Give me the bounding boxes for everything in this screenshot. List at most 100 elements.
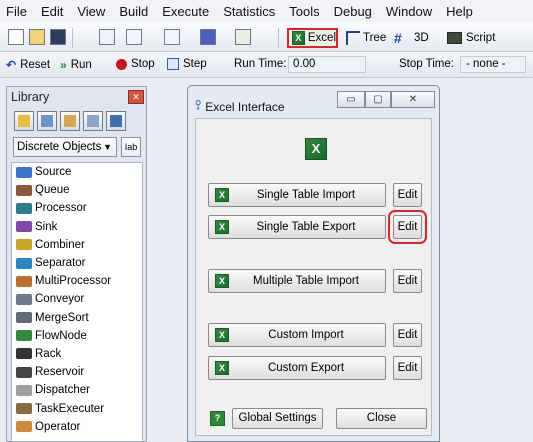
library-object-list: Source Queue Processor Sink Combiner Separato… bbox=[11, 162, 143, 442]
taskexecuter-icon bbox=[16, 403, 32, 415]
fill-color-icon[interactable] bbox=[200, 29, 216, 45]
source-icon bbox=[16, 166, 32, 178]
library-tool-4[interactable] bbox=[83, 111, 103, 131]
library-item-separator[interactable]: Separator bbox=[12, 254, 142, 272]
library-tool-2[interactable] bbox=[37, 111, 57, 131]
tree-label: Tree bbox=[363, 32, 387, 44]
operator-icon bbox=[16, 421, 32, 433]
excel-interface-icon: ⯱ bbox=[195, 100, 202, 112]
library-item-label: Operator bbox=[35, 420, 81, 433]
run-icon: » bbox=[60, 58, 67, 72]
excel-label: Excel bbox=[307, 32, 336, 44]
close-button[interactable]: Close bbox=[336, 408, 427, 429]
layout-icon[interactable] bbox=[235, 29, 251, 45]
stop-time-field[interactable]: - none - bbox=[460, 56, 526, 73]
close-window-button[interactable]: ✕ bbox=[391, 91, 435, 108]
excel-button[interactable]: X Excel bbox=[287, 28, 338, 48]
tree-icon bbox=[346, 31, 360, 45]
single-table-export-edit-button[interactable]: Edit bbox=[388, 210, 427, 244]
multiple-table-import-button[interactable]: X Multiple Table Import bbox=[208, 269, 386, 293]
reset-button[interactable]: ↶ Reset bbox=[6, 58, 50, 72]
save-icon[interactable] bbox=[50, 29, 66, 45]
script-console-icon bbox=[447, 32, 462, 44]
custom-export-button[interactable]: X Custom Export bbox=[208, 356, 386, 380]
library-item-sink[interactable]: Sink bbox=[12, 218, 142, 236]
menu-edit[interactable]: Edit bbox=[41, 4, 63, 19]
toolbar-separator bbox=[72, 28, 73, 48]
menu-file[interactable]: File bbox=[6, 4, 27, 19]
menu-statistics[interactable]: Statistics bbox=[223, 4, 275, 19]
library-item-label: Dispatcher bbox=[35, 384, 90, 397]
library-category-dropdown[interactable]: Discrete Objects ▼ bbox=[13, 137, 117, 157]
main-toolbar: X Excel Tree # 3D Script bbox=[0, 22, 533, 52]
library-item-mergesort[interactable]: MergeSort bbox=[12, 309, 142, 327]
custom-import-edit-button[interactable]: Edit bbox=[393, 323, 422, 347]
library-panel: Library ✕ Discrete Objects ▼ Iab Source Q… bbox=[6, 86, 147, 442]
stop-icon bbox=[116, 58, 127, 70]
3d-button[interactable]: # 3D bbox=[394, 28, 429, 48]
reservoir-icon bbox=[16, 366, 32, 378]
rack-icon bbox=[16, 348, 32, 360]
library-item-rack[interactable]: Rack bbox=[12, 345, 142, 363]
dialog-body: X X Single Table Import Edit X Single Ta… bbox=[195, 118, 432, 436]
new-file-icon[interactable] bbox=[8, 29, 24, 45]
button-label: Custom Export bbox=[267, 362, 345, 374]
select-pointer-icon[interactable] bbox=[99, 29, 115, 45]
custom-export-edit-button[interactable]: Edit bbox=[393, 356, 422, 380]
library-item-taskexecuter[interactable]: TaskExecuter bbox=[12, 399, 142, 417]
run-toolbar: ↶ Reset » Run Stop Step Run Time: 0.00 S… bbox=[0, 52, 533, 78]
global-settings-button[interactable]: Global Settings bbox=[232, 408, 323, 429]
multiple-table-import-edit-button[interactable]: Edit bbox=[393, 269, 422, 293]
library-item-reservoir[interactable]: Reservoir bbox=[12, 363, 142, 381]
library-item-label: Source bbox=[35, 166, 72, 179]
library-tool-1[interactable] bbox=[14, 111, 34, 131]
combiner-icon bbox=[16, 239, 32, 251]
tree-button[interactable]: Tree bbox=[346, 28, 386, 48]
library-item-flownode[interactable]: FlowNode bbox=[12, 327, 142, 345]
library-tool-3[interactable] bbox=[60, 111, 80, 131]
reset-icon: ↶ bbox=[6, 58, 17, 72]
separator-icon bbox=[16, 257, 32, 269]
menu-window[interactable]: Window bbox=[386, 4, 432, 19]
run-time-value: 0.00 bbox=[288, 56, 366, 73]
sink-icon bbox=[16, 221, 32, 233]
open-folder-icon[interactable] bbox=[29, 29, 45, 45]
library-item-source[interactable]: Source bbox=[12, 163, 142, 181]
maximize-button[interactable]: ▢ bbox=[365, 91, 391, 108]
library-item-conveyor[interactable]: Conveyor bbox=[12, 290, 142, 308]
connect-objects-icon[interactable] bbox=[126, 29, 142, 45]
single-table-export-button[interactable]: X Single Table Export bbox=[208, 215, 386, 239]
chevron-down-icon: ▼ bbox=[103, 142, 112, 152]
excel-icon: X bbox=[215, 274, 229, 288]
processor-icon bbox=[16, 202, 32, 214]
button-label: Custom Import bbox=[268, 329, 344, 341]
text-tool-button[interactable]: Iab bbox=[121, 137, 141, 157]
library-item-label: MergeSort bbox=[35, 311, 89, 324]
library-close-button[interactable]: ✕ bbox=[128, 90, 144, 104]
library-item-multiprocessor[interactable]: MultiProcessor bbox=[12, 272, 142, 290]
help-icon[interactable]: ? bbox=[210, 411, 225, 426]
single-table-import-edit-button[interactable]: Edit bbox=[393, 183, 422, 207]
stop-button[interactable]: Stop bbox=[116, 58, 155, 70]
library-item-queue[interactable]: Queue bbox=[12, 181, 142, 199]
library-item-operator[interactable]: Operator bbox=[12, 418, 142, 436]
disconnect-objects-icon[interactable] bbox=[164, 29, 180, 45]
menu-tools[interactable]: Tools bbox=[289, 4, 319, 19]
script-button[interactable]: Script bbox=[447, 28, 495, 48]
button-label: Multiple Table Import bbox=[253, 275, 359, 287]
library-tool-5[interactable] bbox=[106, 111, 126, 131]
library-item-processor[interactable]: Processor bbox=[12, 199, 142, 217]
menu-execute[interactable]: Execute bbox=[162, 4, 209, 19]
step-button[interactable]: Step bbox=[167, 58, 207, 70]
minimize-button[interactable]: ▭ bbox=[337, 91, 365, 108]
library-item-dispatcher[interactable]: Dispatcher bbox=[12, 381, 142, 399]
menu-help[interactable]: Help bbox=[446, 4, 473, 19]
dispatcher-icon bbox=[16, 384, 32, 396]
menu-view[interactable]: View bbox=[77, 4, 105, 19]
custom-import-button[interactable]: X Custom Import bbox=[208, 323, 386, 347]
menu-build[interactable]: Build bbox=[119, 4, 148, 19]
run-button[interactable]: » Run bbox=[60, 58, 92, 72]
single-table-import-button[interactable]: X Single Table Import bbox=[208, 183, 386, 207]
menu-debug[interactable]: Debug bbox=[334, 4, 372, 19]
library-item-combiner[interactable]: Combiner bbox=[12, 236, 142, 254]
